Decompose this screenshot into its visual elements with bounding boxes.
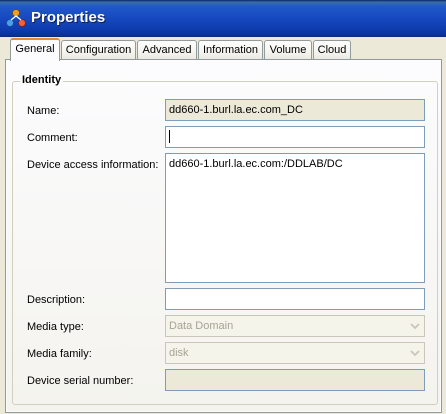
tab-strip: General Configuration Advanced Informati… [0,37,446,61]
device-access-value: dd660-1.burl.la.ec.com:/DDLAB/DC [169,158,343,170]
tab-advanced[interactable]: Advanced [137,40,197,60]
tab-general[interactable]: General [10,38,60,61]
description-label: Description: [27,294,86,306]
tab-configuration[interactable]: Configuration [61,40,136,60]
name-value: dd660-1.burl.la.ec.com_DC [169,104,303,116]
properties-network-icon [6,9,26,27]
media-type-select[interactable]: Data Domain [165,315,425,337]
description-input[interactable] [165,288,425,310]
text-cursor [169,130,170,143]
chevron-down-icon [410,323,420,330]
media-family-value: disk [169,347,189,359]
chevron-down-icon [410,350,420,357]
media-type-label: Media type: [27,321,84,333]
name-field[interactable]: dd660-1.burl.la.ec.com_DC [165,99,425,121]
name-label: Name: [27,105,60,117]
media-type-value: Data Domain [169,320,234,332]
media-family-select[interactable]: disk [165,342,425,364]
device-access-textarea[interactable]: dd660-1.burl.la.ec.com:/DDLAB/DC [165,153,425,283]
title-bar[interactable]: Properties [0,0,446,37]
tab-information[interactable]: Information [198,40,263,60]
device-access-label: Device access information: [27,159,159,171]
tab-volume[interactable]: Volume [264,40,312,60]
window-title: Properties [31,9,106,26]
identity-group-label: Identity [20,74,64,86]
comment-input[interactable] [165,126,425,148]
tab-cloud[interactable]: Cloud [313,40,351,60]
serial-number-field[interactable] [165,369,425,391]
serial-number-label: Device serial number: [27,375,134,387]
comment-label: Comment: [27,132,78,144]
media-family-label: Media family: [27,348,92,360]
